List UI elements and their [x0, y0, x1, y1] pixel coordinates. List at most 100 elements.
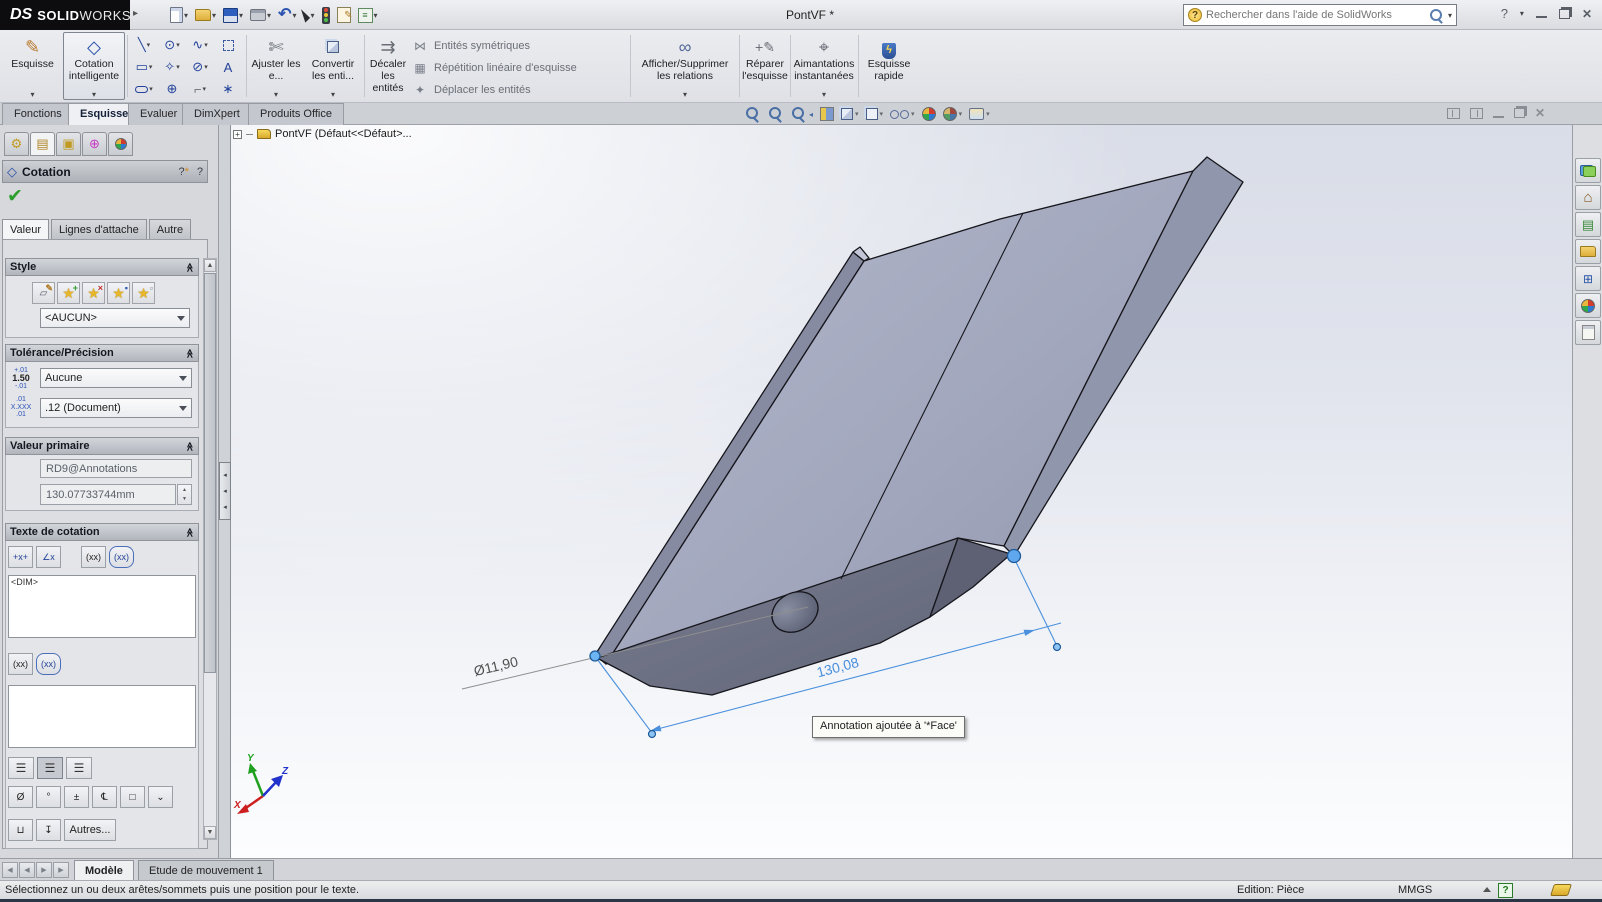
selection-box-tool[interactable] [214, 34, 242, 56]
next-tab-button[interactable]: ▶ [36, 862, 52, 878]
help-search-box[interactable]: ? ▾ [1183, 4, 1457, 26]
collapse-chevron-icon[interactable]: ≪ [184, 442, 195, 451]
previous-tab-button[interactable]: ◀ [19, 862, 35, 878]
collapse-chevron-icon[interactable]: ≪ [184, 349, 195, 358]
dimension-text-section-header[interactable]: Texte de cotation ≪ [5, 523, 199, 541]
parenthesis-button-2[interactable]: (xx) [8, 653, 33, 675]
style-section-header[interactable]: Style ≪ [5, 258, 199, 276]
dimension-value-field[interactable]: 130.07733744mm [40, 484, 176, 505]
diameter-dimension-text[interactable]: Ø11,90 [472, 653, 520, 679]
angle-text-button[interactable]: ∠x [36, 546, 61, 568]
view-settings-button[interactable]: ▾ [969, 108, 990, 120]
scroll-down-icon[interactable]: ▼ [204, 826, 216, 839]
display-style-button[interactable]: ▾ [865, 108, 883, 120]
convertir-entites-button[interactable]: Convertir les enti... ▾ [304, 32, 362, 100]
ajuster-entites-button[interactable]: ✄ Ajuster les e... ▾ [250, 32, 302, 100]
more-symbols-button[interactable]: Autres... [64, 819, 116, 841]
vertex-dot-right[interactable] [1006, 548, 1022, 564]
precision-dropdown[interactable]: .12 (Document) [40, 398, 192, 418]
square-symbol-button[interactable]: □ [120, 786, 145, 808]
file-explorer-button[interactable] [1575, 239, 1601, 264]
options-button[interactable]: ≡ ▾ [356, 3, 380, 27]
dimension-text-area[interactable]: <DIM> [8, 575, 196, 638]
dimxpert-manager-tab[interactable]: ⊕ [82, 132, 107, 156]
units-indicator[interactable]: MMGS [1398, 884, 1432, 896]
collapse-chevron-icon[interactable]: ≪ [184, 263, 195, 272]
plus-minus-symbol-button[interactable]: ± [64, 786, 89, 808]
split-view-left-icon[interactable] [1447, 107, 1460, 119]
offset-text-button[interactable]: +x+ [8, 546, 33, 568]
decaler-entites-button[interactable]: ⇉ Décaler les entités [366, 32, 410, 100]
split-view-center-icon[interactable] [1470, 107, 1483, 119]
symbol-dropdown-button[interactable]: ⌄ [148, 786, 173, 808]
spline-tool[interactable]: ∿ ▾ [186, 34, 214, 56]
help-button[interactable]: ? [1501, 6, 1508, 21]
status-help-icon[interactable]: ? [1498, 883, 1513, 898]
home-button[interactable]: ⌂ [1575, 185, 1601, 210]
search-input[interactable] [1206, 9, 1425, 21]
feature-manager-tab[interactable]: ⚙ [4, 132, 29, 156]
appearances-button[interactable] [1575, 293, 1601, 318]
hide-show-items-button[interactable]: ▾ [890, 108, 915, 121]
esquisse-rapide-button[interactable]: ϟ Esquisse rapide [861, 32, 917, 100]
esquisse-button[interactable]: ✎ Esquisse ▾ [4, 32, 61, 100]
tab-lignes-attache[interactable]: Lignes d'attache [50, 219, 147, 240]
line-tool[interactable]: ╲ ▾ [130, 34, 158, 56]
tab-dimxpert[interactable]: DimXpert [182, 103, 252, 125]
secondary-text-area[interactable] [8, 685, 196, 748]
undo-button[interactable]: ↶ ▾ [276, 3, 298, 27]
slot-tool[interactable]: ▾ [130, 78, 158, 100]
oval-parenthesis-button-2[interactable]: (xx) [36, 653, 61, 675]
part-3d-view[interactable]: Ø11,90 130,08 X Y Z [231, 125, 1572, 858]
help-icon[interactable]: ? [197, 166, 203, 178]
tab-evaluer[interactable]: Evaluer [128, 103, 190, 125]
ellipse-tool[interactable]: ⊘ ▾ [186, 56, 214, 78]
delete-style-button[interactable]: ★ × [82, 282, 105, 304]
apply-scene-button[interactable]: ▾ [942, 107, 962, 121]
hexagon-tool[interactable]: ⊕ [158, 78, 186, 100]
afficher-supprimer-relations-button[interactable]: ∞ Afficher/Supprimer les relations ▾ [633, 32, 737, 100]
zoom-area-button[interactable] [768, 106, 784, 122]
close-icon[interactable]: ✕ [1582, 7, 1592, 21]
tab-autre[interactable]: Autre [148, 219, 192, 240]
restore-icon[interactable] [1558, 8, 1570, 19]
select-button[interactable]: ▾ [301, 3, 316, 27]
apply-default-style-button[interactable]: ▱ ✎ [32, 282, 55, 304]
file-properties-button[interactable] [335, 3, 353, 27]
tab-valeur[interactable]: Valeur [2, 219, 49, 240]
tolerance-dropdown[interactable]: Aucune [40, 368, 192, 388]
menu-expand-icon[interactable]: ▸ [133, 8, 138, 19]
repetition-lineaire-button[interactable]: ▦ Répétition linéaire d'esquisse ▾ [412, 58, 628, 78]
zoom-fit-button[interactable] [745, 106, 761, 122]
fillet-tool[interactable]: ⌐ ▾ [186, 78, 214, 100]
point-tool[interactable]: ∗ [214, 78, 242, 100]
deplacer-entites-button[interactable]: ✦ Déplacer les entités ▾ [412, 80, 628, 100]
align-center-button[interactable]: ☰ [37, 757, 63, 779]
panel-scrollbar[interactable]: ▲ ▼ [203, 258, 217, 840]
extension-dot-left[interactable] [647, 729, 657, 739]
tolerance-section-header[interactable]: Tolérance/Précision ≪ [5, 344, 199, 362]
design-library-button[interactable]: ▤ [1575, 212, 1601, 237]
viewport-restore-icon[interactable] [1514, 108, 1525, 118]
parenthesis-button[interactable]: (xx) [81, 546, 106, 568]
counterbore-symbol-button[interactable]: ⊔ [8, 819, 33, 841]
save-button[interactable]: ▾ [221, 3, 245, 27]
tab-modele[interactable]: Modèle [74, 860, 134, 881]
load-style-button[interactable]: ★ ▫ [132, 282, 155, 304]
centerline-symbol-button[interactable]: ℄ [92, 786, 117, 808]
entites-symetriques-button[interactable]: ⋈ Entités symétriques [412, 36, 628, 56]
search-icon[interactable] [1429, 8, 1444, 23]
open-button[interactable]: ▾ [193, 3, 218, 27]
part-body[interactable] [594, 156, 1244, 696]
align-right-button[interactable]: ☰ [66, 757, 92, 779]
primary-value-section-header[interactable]: Valeur primaire ≪ [5, 437, 199, 455]
view-orientation-button[interactable]: ▾ [841, 108, 859, 120]
tag-icon[interactable] [1550, 884, 1572, 896]
oval-parenthesis-button[interactable]: (xx) [109, 546, 134, 568]
tab-fonctions[interactable]: Fonctions [2, 103, 74, 125]
splitter-handle[interactable]: ◂ ◂ ◂ [219, 462, 231, 520]
viewport-close-icon[interactable]: ✕ [1535, 106, 1545, 120]
dimension-name-field[interactable]: RD9@Annotations [40, 459, 192, 478]
graphics-viewport[interactable]: + PontVF (Défaut<<Défaut>... Ø11,90 130,… [231, 125, 1572, 858]
custom-properties-button[interactable] [1575, 320, 1601, 345]
